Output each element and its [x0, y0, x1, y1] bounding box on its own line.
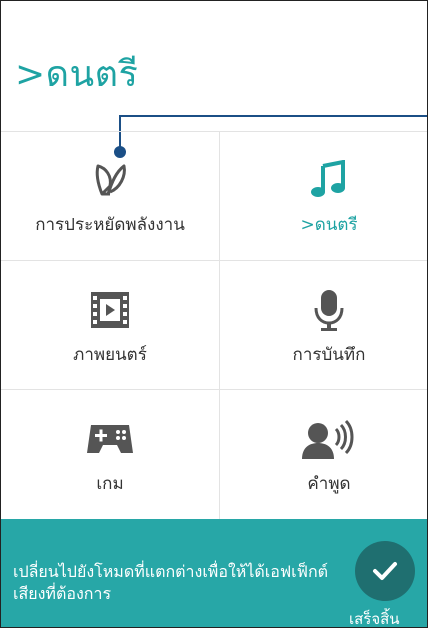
done-button[interactable] [355, 541, 415, 601]
check-icon [373, 562, 397, 580]
gamepad-icon [85, 416, 135, 462]
music-note-icon [309, 157, 349, 203]
microphone-icon [312, 287, 346, 333]
callout-line [119, 115, 427, 117]
mode-label: คำพูด [307, 474, 351, 494]
mode-label: >ดนตรี [300, 215, 358, 235]
page-title: >ดนตรี [15, 54, 139, 95]
mode-speech[interactable]: คำพูด [220, 390, 427, 519]
leaf-icon [90, 157, 130, 203]
mode-label: เกม [96, 474, 124, 494]
bottom-bar: เปลี่ยนไปยังโหมดที่แตกต่างเพื่อให้ได้เอฟ… [1, 519, 427, 627]
mode-game[interactable]: เกม [1, 390, 219, 519]
mode-label: ภาพยนตร์ [73, 345, 147, 365]
mode-power-saving[interactable]: การประหยัดพลังงาน [1, 131, 219, 260]
mode-recording[interactable]: การบันทึก [220, 261, 427, 390]
mode-label: การบันทึก [292, 345, 366, 365]
screen-frame: >ดนตรี การประหยัดพลังงาน >ดนตรี ภาพยนตร์… [0, 0, 428, 628]
movie-icon [89, 287, 131, 333]
mode-music[interactable]: >ดนตรี [220, 131, 427, 260]
done-label[interactable]: เสร็จสิ้น [349, 607, 400, 627]
speech-icon [302, 416, 356, 462]
mode-movie[interactable]: ภาพยนตร์ [1, 261, 219, 390]
hint-text: เปลี่ยนไปยังโหมดที่แตกต่างเพื่อให้ได้เอฟ… [13, 562, 329, 603]
mode-label: การประหยัดพลังงาน [35, 215, 185, 235]
